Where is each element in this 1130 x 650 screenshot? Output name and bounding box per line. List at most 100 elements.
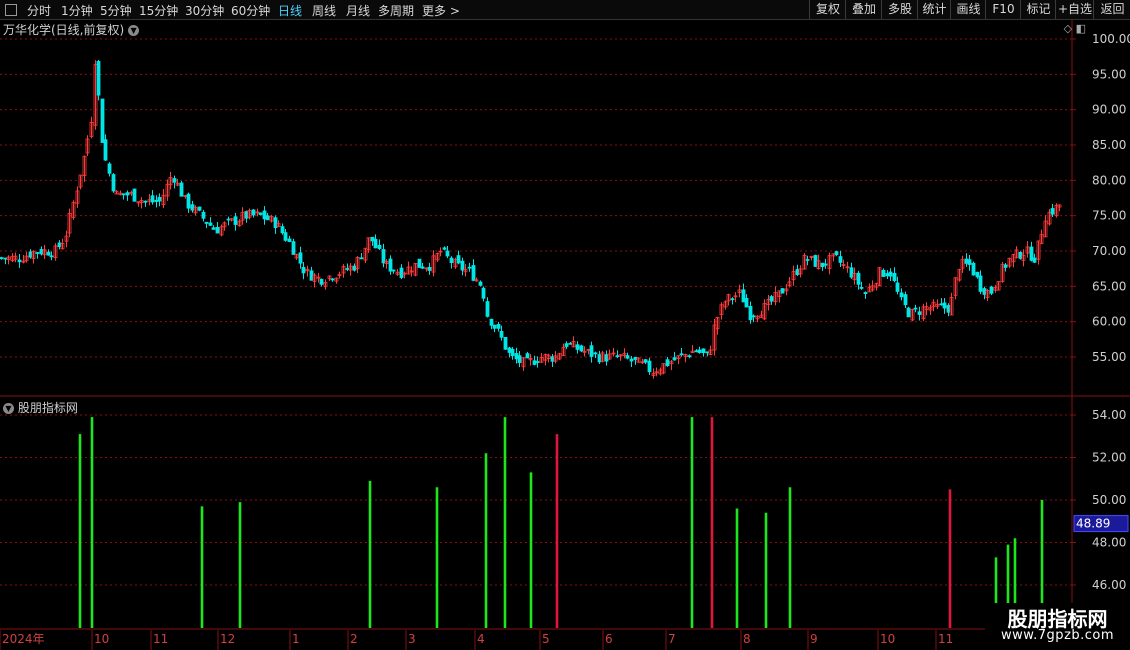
candle-body xyxy=(917,311,922,315)
candle-body xyxy=(903,294,908,306)
tab-6[interactable]: 日线 xyxy=(278,2,302,19)
candle-body xyxy=(3,257,8,260)
stock-chart[interactable]: 100.00 95.00 90.00 85.00 80.00 75.00 70.00 65.0… xyxy=(0,0,1130,650)
candle-body xyxy=(881,269,886,277)
diamond-icon[interactable]: ◇ xyxy=(1064,22,1072,35)
tab-8[interactable]: 月线 xyxy=(346,2,370,19)
candle-body xyxy=(388,258,393,272)
candle-body xyxy=(967,259,972,265)
period-toolbar: 分时 1分钟 5分钟 15分钟 30分钟 60分钟 日线 周线 月线 多周期 更多 > 复权 叠加 多股统… xyxy=(0,0,1130,20)
candle-body xyxy=(550,356,555,362)
x-tick-label: 11 xyxy=(938,632,953,646)
tab-7[interactable]: 周线 xyxy=(312,2,336,19)
candle-body xyxy=(17,259,22,263)
candle-body xyxy=(665,359,670,367)
candle-body xyxy=(615,355,620,358)
candle-body xyxy=(805,259,810,261)
candle-body xyxy=(838,256,843,263)
x-tick-label: 1 xyxy=(292,632,300,646)
candle-body xyxy=(863,292,868,295)
candle-body xyxy=(939,303,944,306)
candle-body xyxy=(49,255,54,258)
tab-0[interactable]: 分时 xyxy=(27,2,51,19)
candle-body xyxy=(420,266,425,269)
candle-body xyxy=(373,238,378,249)
panel-toggle-icon[interactable]: ◧ xyxy=(1076,22,1086,35)
tab-9[interactable]: 多周期 xyxy=(378,2,414,19)
toolbar-button-7[interactable]: +自选 xyxy=(1055,0,1094,19)
candle-body xyxy=(57,242,62,248)
candle-body xyxy=(895,282,900,292)
toolbar-button-8[interactable]: 返回 xyxy=(1093,0,1130,19)
candle-body xyxy=(39,249,44,255)
candle-body xyxy=(751,315,756,318)
candle-body xyxy=(856,272,861,285)
tab-10[interactable]: 更多 > xyxy=(422,2,460,19)
tab-4[interactable]: 30分钟 xyxy=(185,2,224,19)
chevron-down-icon[interactable]: ▼ xyxy=(3,403,14,414)
candle-body xyxy=(568,342,573,345)
watermark-url: www.7gpzb.com xyxy=(1000,628,1115,643)
candle-body xyxy=(575,344,580,350)
y-tick-label: 70.00 xyxy=(1092,244,1126,258)
candle-body xyxy=(233,216,238,225)
y-tick-label: 48.00 xyxy=(1092,536,1126,550)
tab-5[interactable]: 60分钟 xyxy=(231,2,270,19)
toolbar-button-0[interactable]: 复权 xyxy=(809,0,846,19)
candle-body xyxy=(211,227,216,230)
candle-body xyxy=(589,345,594,357)
candle-body xyxy=(381,249,386,264)
candle-body xyxy=(154,199,159,202)
candle-body xyxy=(125,192,130,196)
candle-body xyxy=(399,267,404,278)
candle-body xyxy=(769,296,774,302)
candle-body xyxy=(301,266,306,274)
x-tick-label: 12 xyxy=(220,632,235,646)
candle-body xyxy=(456,255,461,264)
candle-body xyxy=(132,188,137,202)
candle-body xyxy=(697,349,702,353)
tab-1[interactable]: 1分钟 xyxy=(61,2,93,19)
menu-square-icon[interactable] xyxy=(5,4,17,16)
candle-body xyxy=(647,360,652,373)
candle-body xyxy=(485,301,490,317)
candle-body xyxy=(445,250,450,257)
y-tick-label: 54.00 xyxy=(1092,408,1126,422)
candle-body xyxy=(892,272,897,282)
candle-body xyxy=(679,353,684,356)
y-tick-label: 80.00 xyxy=(1092,173,1126,187)
candle-body xyxy=(971,262,976,276)
toolbar-button-2[interactable]: 多股 xyxy=(881,0,918,19)
tab-2[interactable]: 5分钟 xyxy=(100,2,132,19)
candle-body xyxy=(906,307,911,318)
tab-3[interactable]: 15分钟 xyxy=(139,2,178,19)
candle-body xyxy=(319,278,324,285)
candle-body xyxy=(107,163,112,174)
indicator-title: ▼ 股朋指标网 xyxy=(3,399,78,416)
candle-body xyxy=(359,257,364,260)
toolbar-button-6[interactable]: 标记 xyxy=(1020,0,1056,19)
candle-body xyxy=(0,257,4,259)
toolbar-button-1[interactable]: 叠加 xyxy=(845,0,882,19)
candle-body xyxy=(748,305,753,321)
toolbar-button-4[interactable]: 画线 xyxy=(950,0,986,19)
candle-body xyxy=(111,174,116,192)
candle-body xyxy=(687,355,692,358)
candle-body xyxy=(834,251,839,255)
candle-body xyxy=(471,265,476,281)
x-tick-label: 9 xyxy=(810,632,818,646)
candle-body xyxy=(204,221,209,224)
candle-body xyxy=(597,354,602,363)
chevron-down-icon[interactable]: ▼ xyxy=(128,25,140,36)
candle-body xyxy=(208,222,213,226)
candle-body xyxy=(593,352,598,355)
candle-body xyxy=(899,292,904,298)
candle-body xyxy=(35,252,40,254)
candle-body xyxy=(427,266,432,271)
toolbar-button-3[interactable]: 统计 xyxy=(917,0,951,19)
x-tick-label: 10 xyxy=(880,632,895,646)
toolbar-button-5[interactable]: F10 xyxy=(985,0,1021,19)
candle-body xyxy=(179,182,184,197)
candle-body xyxy=(517,355,522,363)
candle-body xyxy=(287,238,292,242)
